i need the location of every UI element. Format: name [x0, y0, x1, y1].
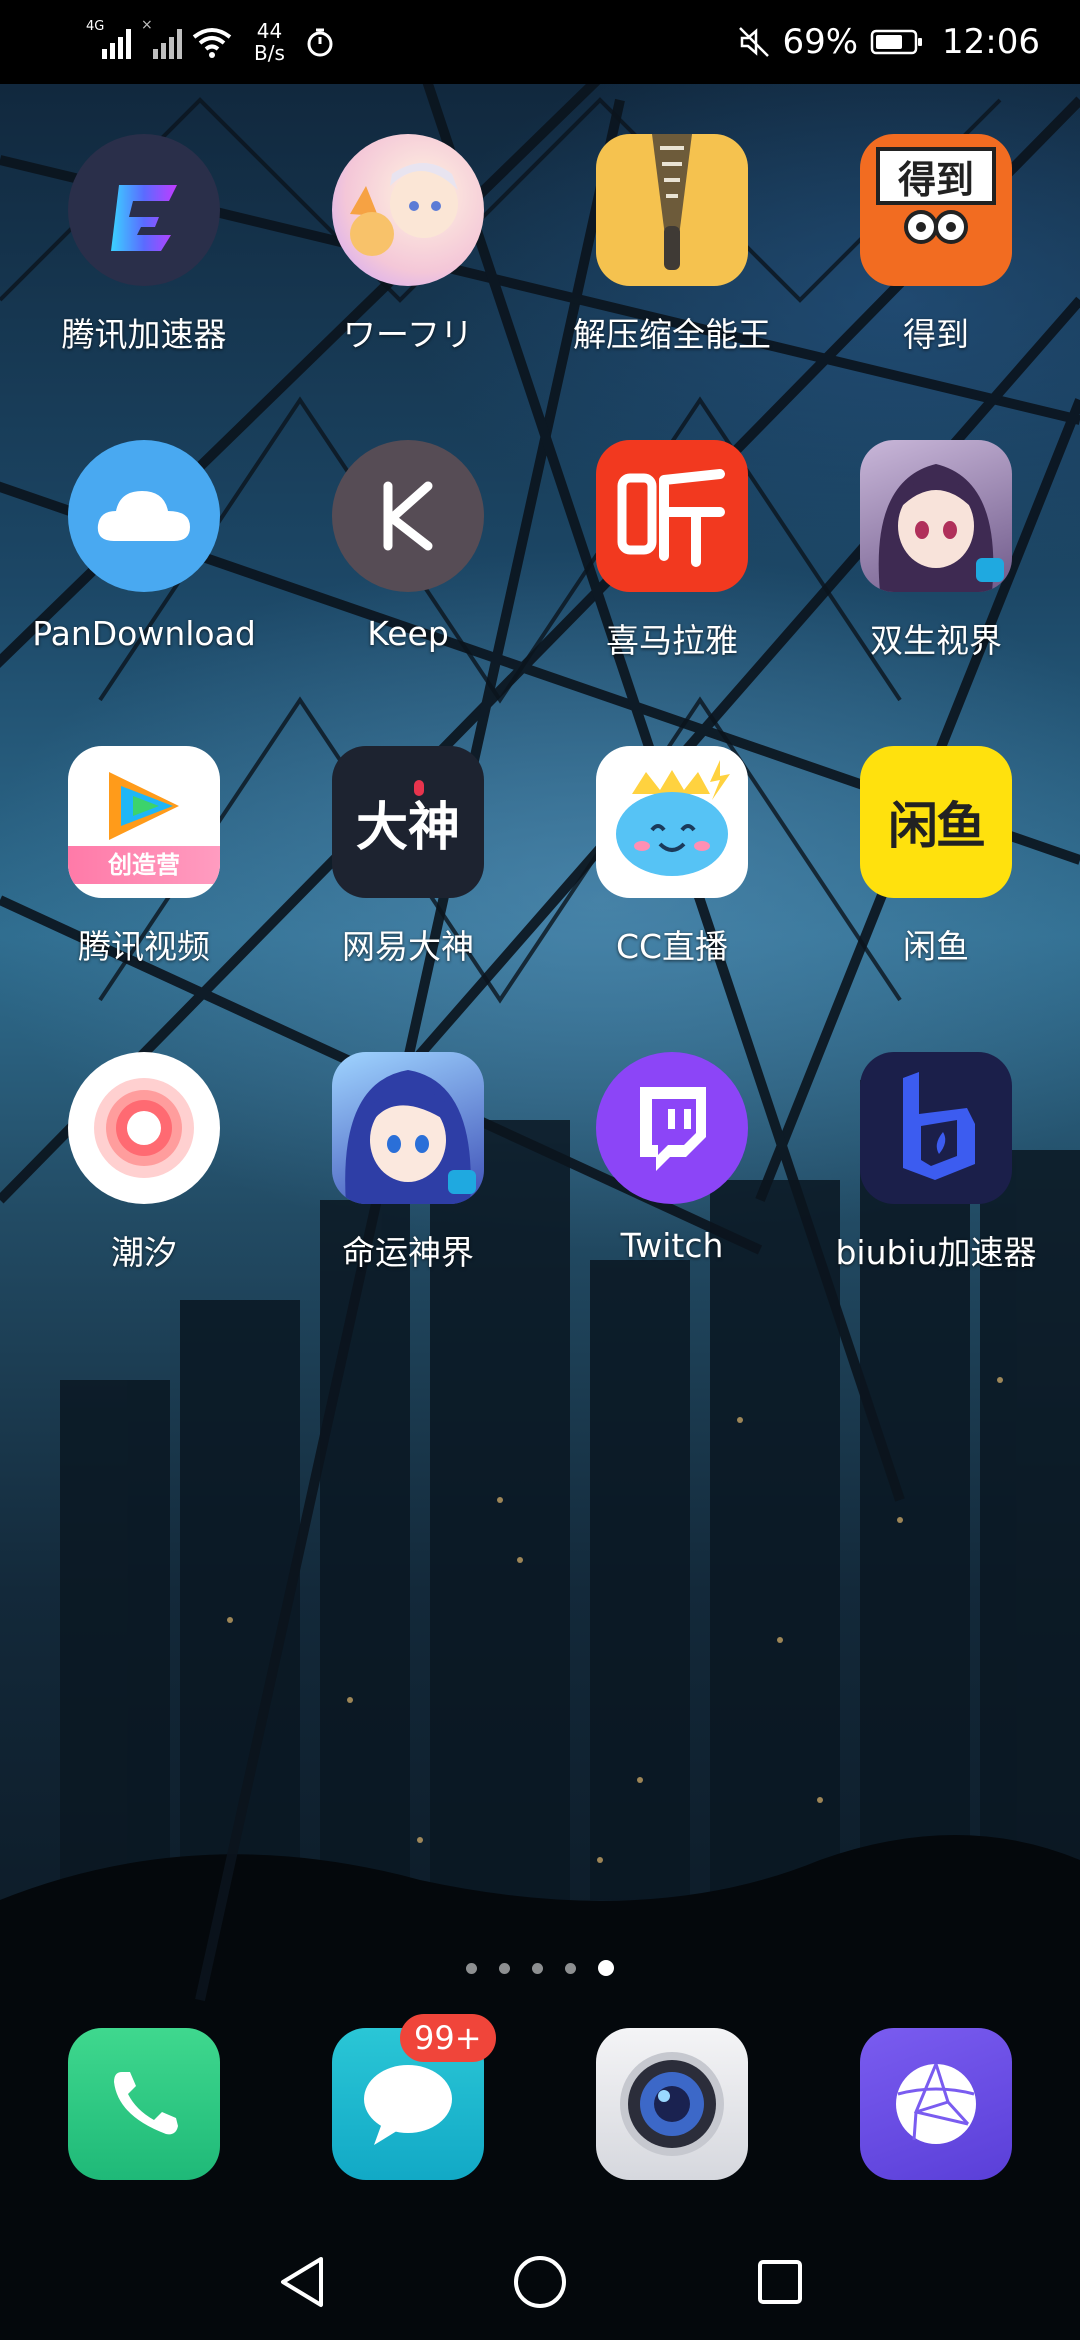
dock-camera[interactable] [540, 2028, 804, 2180]
home-icon [514, 2256, 566, 2308]
app-twitch[interactable]: Twitch [540, 1052, 804, 1265]
app-tide[interactable]: 潮汐 [12, 1052, 276, 1274]
app-worldflipper[interactable]: ワーフリ [276, 134, 540, 356]
signal-no-sim-icon: × [141, 17, 182, 59]
status-left: 4G × 44 B/s [86, 12, 335, 72]
biubiu-icon [860, 1052, 1012, 1204]
page-dot [565, 1962, 576, 1974]
dock-messages[interactable]: 99+ [276, 2014, 540, 2180]
tide-icon [68, 1052, 220, 1204]
app-tencent-accelerator[interactable]: 腾讯加速器 [12, 134, 276, 356]
navigation-bar [0, 2220, 1080, 2340]
phone-icon [68, 2028, 220, 2180]
clock: 12:06 [942, 22, 1040, 62]
page-indicator[interactable] [0, 1960, 1080, 1976]
app-pandownload[interactable]: PanDownload [12, 440, 276, 653]
ximalaya-icon [596, 440, 748, 592]
app-mingyun[interactable]: 命运神界 [276, 1052, 540, 1274]
page-dot [466, 1962, 477, 1974]
worldflipper-icon [332, 134, 484, 286]
battery-percent: 69% [782, 22, 859, 62]
back-icon [281, 2257, 323, 2307]
app-netease-dashen[interactable]: 大神 网易大神 [276, 746, 540, 968]
unread-badge: 99+ [400, 2014, 496, 2062]
dock-phone[interactable] [12, 2028, 276, 2180]
recents-icon [758, 2260, 802, 2304]
zip-icon [596, 134, 748, 286]
app-dedao[interactable]: 得到 得到 [804, 134, 1068, 356]
battery-icon [870, 29, 923, 55]
xianyu-icon: 闲鱼 [860, 746, 1012, 898]
app-ximalaya[interactable]: 喜马拉雅 [540, 440, 804, 662]
status-bar: 4G × 44 B/s 69% 12:06 [0, 0, 1080, 84]
wifi-icon [192, 28, 232, 58]
netease-dashen-icon: 大神 [332, 746, 484, 898]
game-girl-icon [860, 440, 1012, 592]
app-cc-live[interactable]: CC直播 [540, 746, 804, 968]
tencent-video-icon: 创造营 [68, 746, 220, 898]
game-boy-icon [332, 1052, 484, 1204]
net-speed: 44 B/s [254, 19, 285, 65]
twitch-icon [596, 1052, 748, 1204]
home-button[interactable] [500, 2242, 580, 2322]
cloud-icon [68, 440, 220, 592]
page-dot-active [598, 1960, 614, 1976]
camera-icon [596, 2028, 748, 2180]
status-right: 69% 12:06 [738, 12, 1040, 72]
page-dot [532, 1962, 543, 1974]
mute-icon [739, 27, 770, 57]
back-button[interactable] [262, 2242, 342, 2322]
stopwatch-icon [307, 28, 333, 57]
cc-live-icon [596, 746, 748, 898]
browser-icon [860, 2028, 1012, 2180]
recents-button[interactable] [740, 2242, 820, 2322]
app-zip-master[interactable]: 解压缩全能王 [540, 134, 804, 356]
page-dot [499, 1962, 510, 1974]
app-tencent-video[interactable]: 创造营 腾讯视频 [12, 746, 276, 968]
app-xianyu[interactable]: 闲鱼 闲鱼 [804, 746, 1068, 968]
keep-icon [332, 440, 484, 592]
signal-icon: 4G [86, 19, 131, 59]
dock-browser[interactable] [804, 2028, 1068, 2180]
dedao-icon: 得到 [860, 134, 1012, 286]
tencent-accelerator-icon [68, 134, 220, 286]
app-keep[interactable]: Keep [276, 440, 540, 653]
app-shuangsheng[interactable]: 双生视界 [804, 440, 1068, 662]
app-biubiu[interactable]: biubiu加速器 [804, 1052, 1068, 1274]
